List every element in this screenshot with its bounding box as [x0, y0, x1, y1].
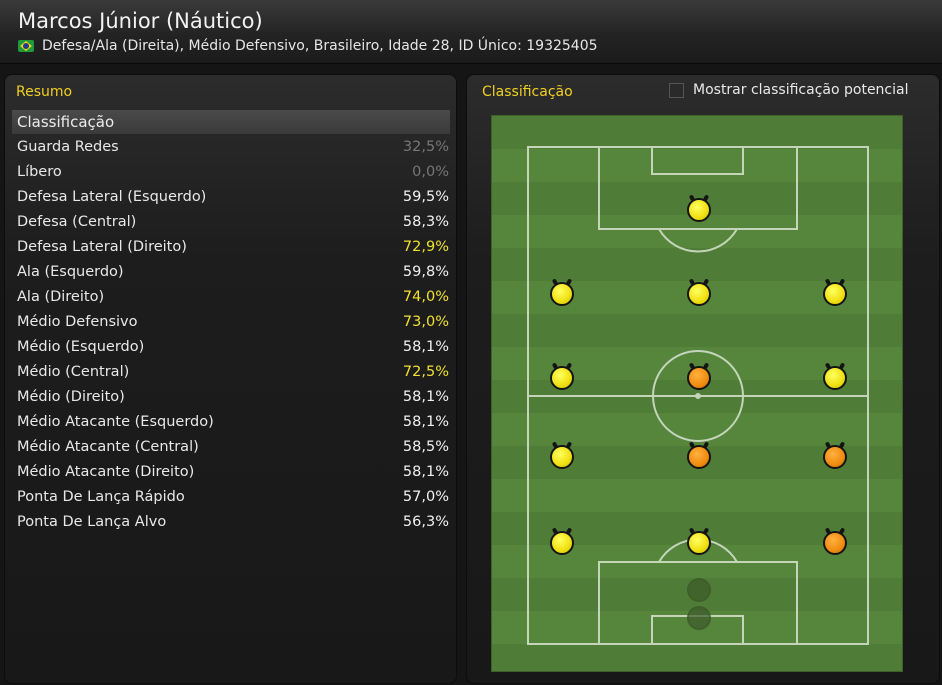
brazil-flag-icon [18, 40, 34, 52]
rating-row: Médio (Direito) 58,1% [17, 385, 449, 410]
rating-row-value: 58,1% [402, 389, 449, 405]
rating-row-value: 59,8% [402, 264, 449, 280]
rating-row-value: 73,0% [402, 314, 449, 330]
rating-row: Defesa Lateral (Direito) 72,9% [17, 235, 449, 260]
rating-row: Defesa (Central) 58,3% [17, 210, 449, 235]
classification-title: Classificação [482, 84, 573, 100]
rating-row-label: Médio Atacante (Central) [17, 439, 199, 455]
rating-row-value: 58,1% [402, 414, 449, 430]
position-marker-attacking-mid-left[interactable] [550, 282, 574, 306]
pitch [491, 115, 903, 672]
show-potential-toggle[interactable]: Mostrar classificação potencial [669, 82, 908, 98]
rating-header: Classificação [12, 110, 450, 134]
rating-row-value: 72,5% [402, 364, 449, 380]
rating-row: Líbero 0,0% [17, 160, 449, 185]
show-potential-label: Mostrar classificação potencial [693, 82, 909, 98]
rating-row-value: 58,1% [402, 339, 449, 355]
player-name: Marcos Júnior (Náutico) [18, 9, 263, 33]
rating-row: Médio Atacante (Central) 58,5% [17, 435, 449, 460]
rating-row-value: 58,5% [402, 439, 449, 455]
position-marker-mid-left[interactable] [550, 366, 574, 390]
show-potential-checkbox[interactable] [669, 82, 684, 98]
player-header: Marcos Júnior (Náutico) Defesa/Ala (Dire… [0, 0, 942, 64]
rating-row-label: Ponta De Lança Alvo [17, 514, 167, 530]
rating-row: Médio Atacante (Direito) 58,1% [17, 460, 449, 485]
rating-row-label: Ala (Esquerdo) [17, 264, 124, 280]
rating-row-value: 72,9% [402, 239, 449, 255]
rating-row-value: 59,5% [402, 189, 449, 205]
player-details: Defesa/Ala (Direita), Médio Defensivo, B… [42, 38, 598, 54]
player-info: Defesa/Ala (Direita), Médio Defensivo, B… [18, 38, 598, 54]
position-marker-attacking-mid-right[interactable] [823, 282, 847, 306]
rating-row-label: Guarda Redes [17, 139, 119, 155]
rating-row-label: Médio (Esquerdo) [17, 339, 145, 355]
position-marker-attacking-mid-center[interactable] [687, 282, 711, 306]
rating-row: Ala (Esquerdo) 59,8% [17, 260, 449, 285]
rating-row-label: Defesa (Central) [17, 214, 137, 230]
rating-row-label: Defesa Lateral (Esquerdo) [17, 189, 207, 205]
position-marker-defensive-mid-right[interactable] [823, 445, 847, 469]
position-marker-defensive-mid-center[interactable] [687, 445, 711, 469]
position-marker-libero[interactable] [687, 578, 711, 602]
summary-title: Resumo [16, 84, 73, 100]
rating-row-label: Médio Defensivo [17, 314, 138, 330]
position-marker-mid-center[interactable] [687, 366, 711, 390]
position-marker-defender-right[interactable] [823, 531, 847, 555]
rating-row-label: Médio Atacante (Direito) [17, 464, 195, 480]
rating-row: Ala (Direito) 74,0% [17, 285, 449, 310]
summary-panel: Resumo Classificação Guarda Redes 32,5% Lí… [4, 74, 457, 684]
rating-row-label: Médio Atacante (Esquerdo) [17, 414, 214, 430]
position-marker-goalkeeper[interactable] [687, 606, 711, 630]
rating-row: Médio (Central) 72,5% [17, 360, 449, 385]
classification-panel: Classificação Mostrar classificação pote… [466, 74, 940, 684]
rating-row-value: 56,3% [402, 514, 449, 530]
position-marker-mid-right[interactable] [823, 366, 847, 390]
rating-row-value: 57,0% [402, 489, 449, 505]
rating-row: Médio (Esquerdo) 58,1% [17, 335, 449, 360]
rating-row-label: Líbero [17, 164, 62, 180]
rating-row-value: 74,0% [402, 289, 449, 305]
position-marker-defensive-mid-left[interactable] [550, 445, 574, 469]
rating-row: Defesa Lateral (Esquerdo) 59,5% [17, 185, 449, 210]
rating-row: Médio Defensivo 73,0% [17, 310, 449, 335]
rating-row: Ponta De Lança Alvo 56,3% [17, 510, 449, 535]
rating-row: Ponta De Lança Rápido 57,0% [17, 485, 449, 510]
rating-row-label: Ponta De Lança Rápido [17, 489, 185, 505]
rating-row-value: 32,5% [402, 139, 449, 155]
rating-row-value: 0,0% [412, 164, 449, 180]
position-marker-defender-center[interactable] [687, 531, 711, 555]
rating-row-value: 58,3% [402, 214, 449, 230]
rating-row-label: Defesa Lateral (Direito) [17, 239, 187, 255]
rating-row-label: Médio (Direito) [17, 389, 125, 405]
rating-row: Guarda Redes 32,5% [17, 135, 449, 160]
rating-row-label: Médio (Central) [17, 364, 130, 380]
position-marker-defender-left[interactable] [550, 531, 574, 555]
position-marker-striker[interactable] [687, 198, 711, 222]
rating-row: Médio Atacante (Esquerdo) 58,1% [17, 410, 449, 435]
rating-row-label: Ala (Direito) [17, 289, 105, 305]
rating-row-value: 58,1% [402, 464, 449, 480]
